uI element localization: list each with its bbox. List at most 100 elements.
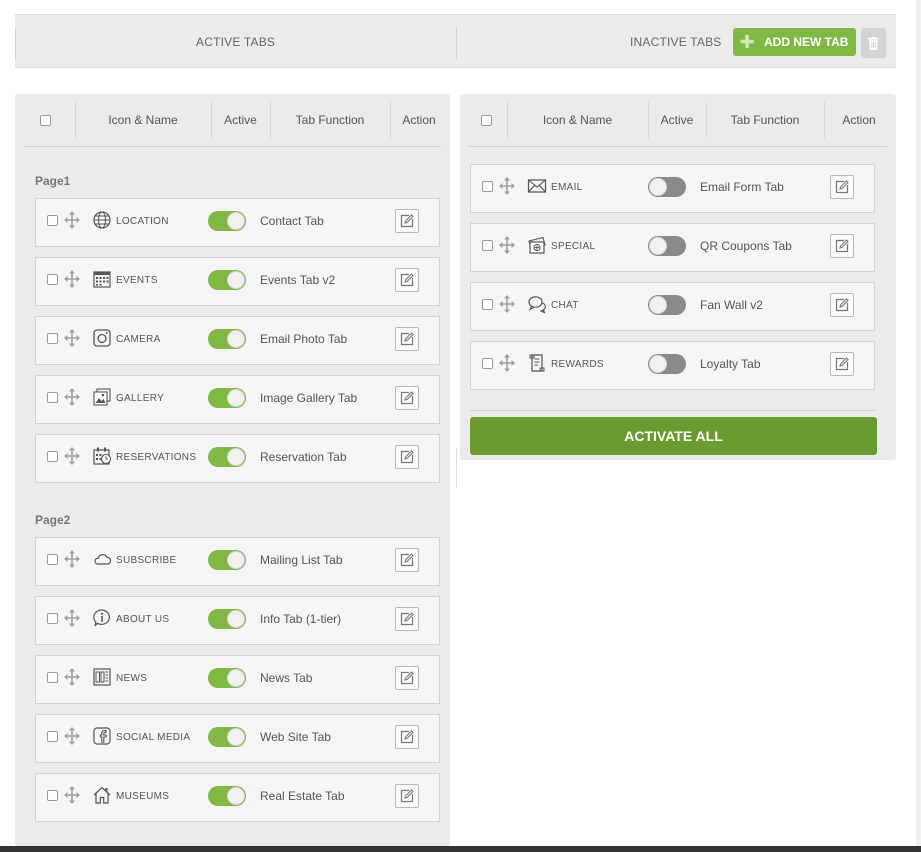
tab-name: ABOUT US: [116, 614, 170, 625]
tab-function: Real Estate Tab: [260, 789, 345, 803]
tab-row: NEWS News Tab: [35, 655, 440, 704]
row-checkbox[interactable]: [47, 790, 58, 801]
tab-name: CHAT: [551, 300, 579, 311]
row-checkbox[interactable]: [47, 333, 58, 344]
active-toggle[interactable]: [208, 550, 246, 570]
edit-button[interactable]: [395, 784, 419, 808]
toggle-knob: [649, 355, 667, 373]
toggle-knob: [227, 271, 245, 289]
drag-handle-icon[interactable]: [64, 609, 80, 627]
row-checkbox[interactable]: [47, 392, 58, 403]
edit-button[interactable]: [395, 268, 419, 292]
drag-handle-icon[interactable]: [64, 211, 80, 229]
active-toggle[interactable]: [648, 236, 686, 256]
tab-row: MUSEUMS Real Estate Tab: [35, 773, 440, 822]
drag-handle-icon[interactable]: [64, 388, 80, 406]
drag-handle-icon[interactable]: [64, 329, 80, 347]
edit-icon: [400, 273, 414, 287]
edit-button[interactable]: [830, 234, 854, 258]
row-checkbox[interactable]: [47, 731, 58, 742]
edit-button[interactable]: [395, 209, 419, 233]
add-new-tab-button[interactable]: ✚ ADD NEW TAB: [733, 28, 856, 56]
edit-button[interactable]: [395, 666, 419, 690]
edit-button[interactable]: [395, 327, 419, 351]
tab-name: NEWS: [116, 673, 148, 684]
globe-icon: [93, 211, 111, 229]
edit-icon: [400, 553, 414, 567]
edit-icon: [835, 298, 849, 312]
col-icon-name: Icon & Name: [108, 113, 178, 127]
drag-handle-icon[interactable]: [499, 295, 515, 313]
toggle-knob: [227, 669, 245, 687]
tab-name: REWARDS: [551, 359, 604, 370]
row-checkbox[interactable]: [47, 672, 58, 683]
drag-handle-icon[interactable]: [499, 354, 515, 372]
active-toggle[interactable]: [208, 447, 246, 467]
row-checkbox[interactable]: [482, 181, 493, 192]
tab-row: REWARDS Loyalty Tab: [470, 341, 875, 390]
active-toggle[interactable]: [208, 211, 246, 231]
chat-icon: [528, 296, 546, 314]
tab-function: Reservation Tab: [260, 450, 347, 464]
info-icon: [93, 609, 110, 627]
row-checkbox[interactable]: [47, 274, 58, 285]
row-checkbox[interactable]: [47, 613, 58, 624]
divider: [470, 410, 875, 411]
row-checkbox[interactable]: [482, 299, 493, 310]
active-toggle[interactable]: [648, 295, 686, 315]
toggle-knob: [227, 610, 245, 628]
edit-button[interactable]: [395, 607, 419, 631]
edit-button[interactable]: [395, 725, 419, 749]
active-toggle[interactable]: [208, 270, 246, 290]
toggle-knob: [649, 178, 667, 196]
tab-name: SUBSCRIBE: [116, 555, 177, 566]
toggle-knob: [227, 389, 245, 407]
drag-handle-icon[interactable]: [499, 236, 515, 254]
tab-name: EMAIL: [551, 182, 583, 193]
active-toggle[interactable]: [208, 668, 246, 688]
house-icon: [93, 786, 111, 804]
toggle-knob: [227, 448, 245, 466]
tab-name: GALLERY: [116, 393, 165, 404]
active-toggle[interactable]: [208, 329, 246, 349]
edit-button[interactable]: [830, 352, 854, 376]
toggle-knob: [227, 212, 245, 230]
active-toggle[interactable]: [208, 388, 246, 408]
row-checkbox[interactable]: [47, 451, 58, 462]
active-toggle[interactable]: [648, 354, 686, 374]
row-checkbox[interactable]: [482, 240, 493, 251]
active-toggle[interactable]: [648, 177, 686, 197]
col-active: Active: [660, 113, 694, 127]
toggle-knob: [649, 296, 667, 314]
active-toggle[interactable]: [208, 609, 246, 629]
tab-row: CHAT Fan Wall v2: [470, 282, 875, 331]
edit-button[interactable]: [395, 386, 419, 410]
edit-button[interactable]: [395, 445, 419, 469]
tab-name: LOCATION: [116, 216, 169, 227]
select-all-checkbox[interactable]: [39, 114, 51, 126]
delete-button[interactable]: [861, 28, 886, 58]
drag-handle-icon[interactable]: [64, 727, 80, 745]
edit-button[interactable]: [830, 293, 854, 317]
active-toggle[interactable]: [208, 727, 246, 747]
edit-button[interactable]: [830, 175, 854, 199]
drag-handle-icon[interactable]: [64, 786, 80, 804]
row-checkbox[interactable]: [47, 554, 58, 565]
drag-handle-icon[interactable]: [64, 668, 80, 686]
select-all-checkbox[interactable]: [480, 114, 492, 126]
activate-all-button[interactable]: ACTIVATE ALL: [470, 417, 877, 455]
active-toggle[interactable]: [208, 786, 246, 806]
row-checkbox[interactable]: [47, 215, 58, 226]
row-checkbox[interactable]: [482, 358, 493, 369]
header-divider: [469, 146, 887, 147]
drag-handle-icon[interactable]: [499, 177, 515, 195]
drag-handle-icon[interactable]: [64, 447, 80, 465]
edit-button[interactable]: [395, 548, 419, 572]
edit-icon: [400, 612, 414, 626]
edit-icon: [400, 450, 414, 464]
edit-icon: [400, 730, 414, 744]
calendar-icon: [93, 271, 111, 288]
tab-name: SOCIAL MEDIA: [116, 732, 191, 743]
drag-handle-icon[interactable]: [64, 270, 80, 288]
drag-handle-icon[interactable]: [64, 550, 80, 568]
